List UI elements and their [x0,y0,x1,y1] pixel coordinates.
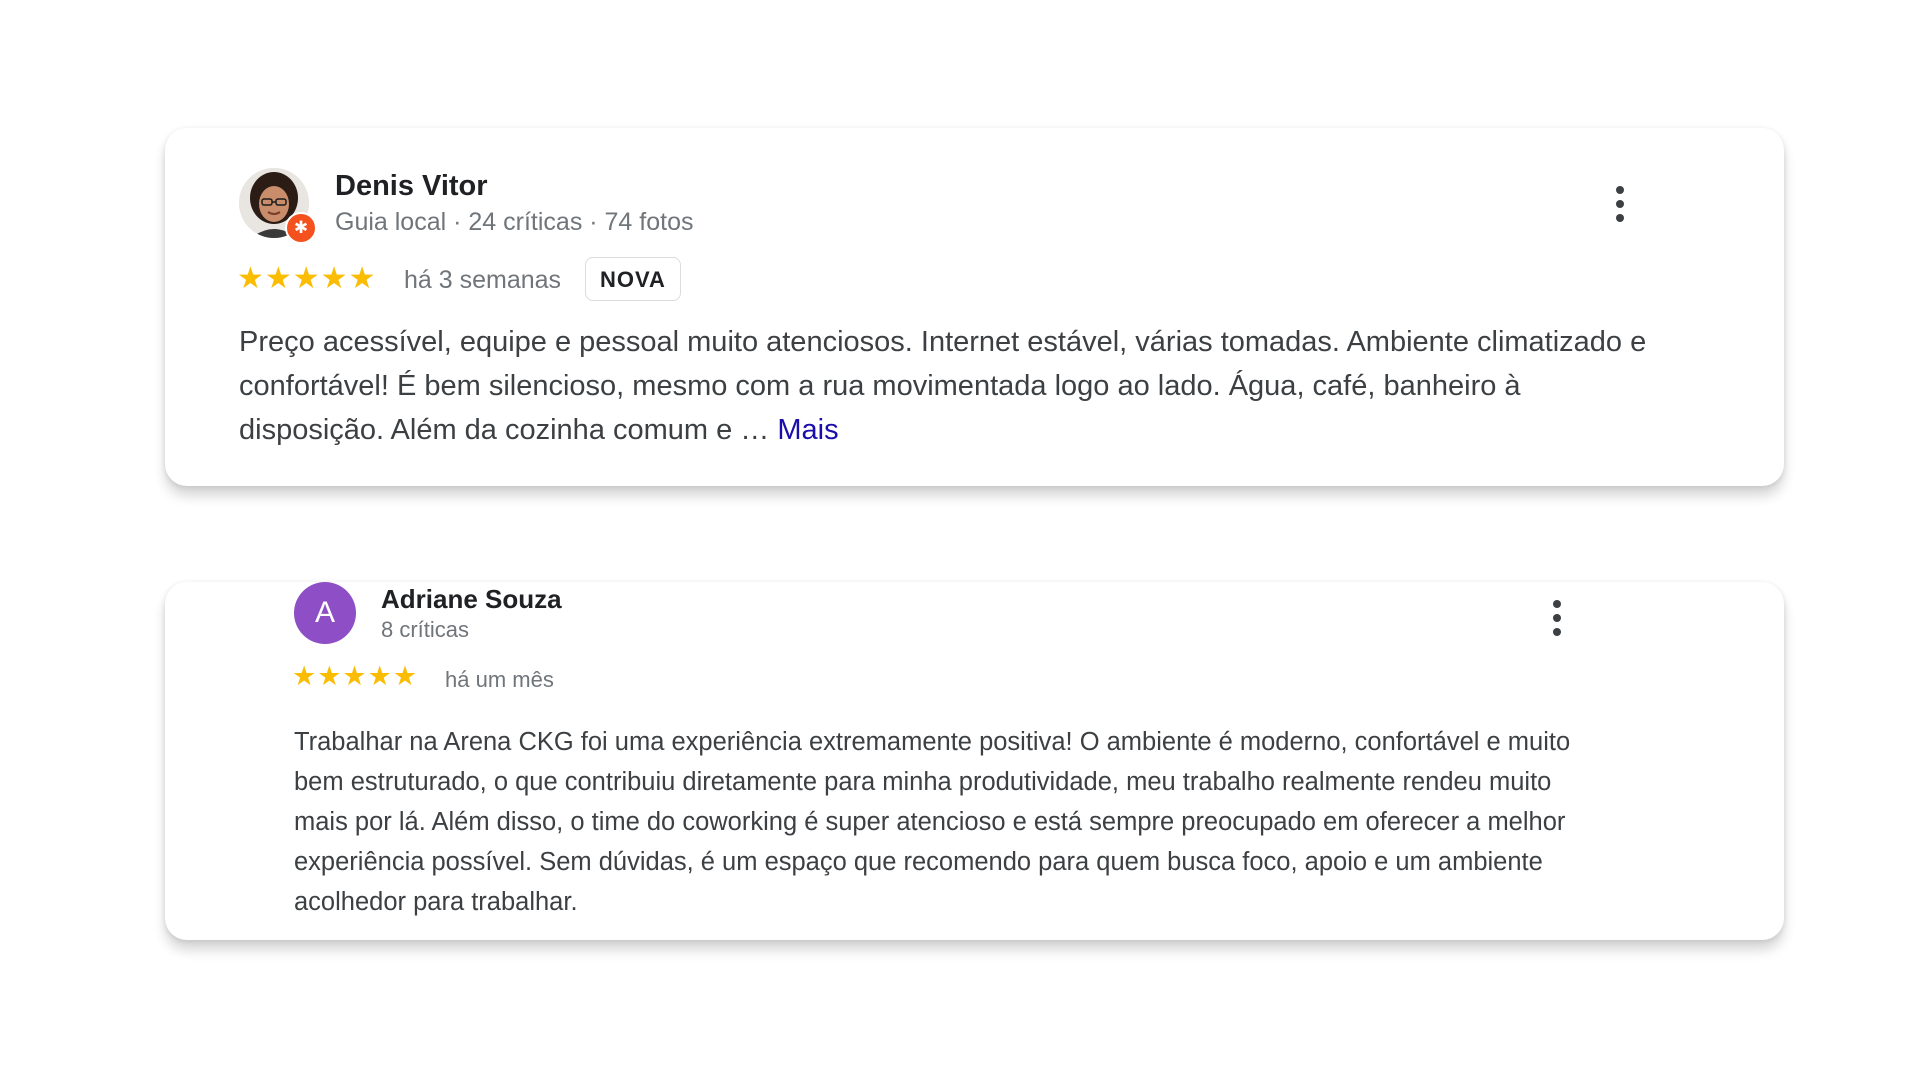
review-card: A Adriane Souza 8 críticas ★★★★★ há um m… [165,582,1784,940]
reviewer-avatar[interactable]: A [294,582,356,644]
reviewer-meta[interactable]: 8 críticas [381,617,469,643]
more-link[interactable]: Mais [777,414,838,446]
review-text: Preço acessível, equipe e pessoal muito … [239,320,1659,452]
more-vert-icon[interactable] [1547,598,1567,638]
review-date: há 3 semanas [404,266,562,294]
star-rating: ★★★★★ [292,661,419,692]
review-text: Trabalhar na Arena CKG foi uma experiênc… [294,728,1571,916]
reviewer-meta[interactable]: Guia local · 24 críticas · 74 fotos [335,208,693,237]
new-badge: NOVA [585,257,681,301]
review-card: ✱ Denis Vitor Guia local · 24 críticas ·… [165,128,1784,486]
reviewer-name[interactable]: Denis Vitor [335,170,488,203]
star-rating: ★★★★★ [237,261,377,296]
reviewer-name[interactable]: Adriane Souza [381,584,562,615]
local-guide-star-icon: ✱ [285,212,317,244]
review-date: há um mês [445,667,554,692]
more-vert-icon[interactable] [1610,184,1630,224]
review-text-body: Preço acessível, equipe e pessoal muito … [239,326,1647,446]
